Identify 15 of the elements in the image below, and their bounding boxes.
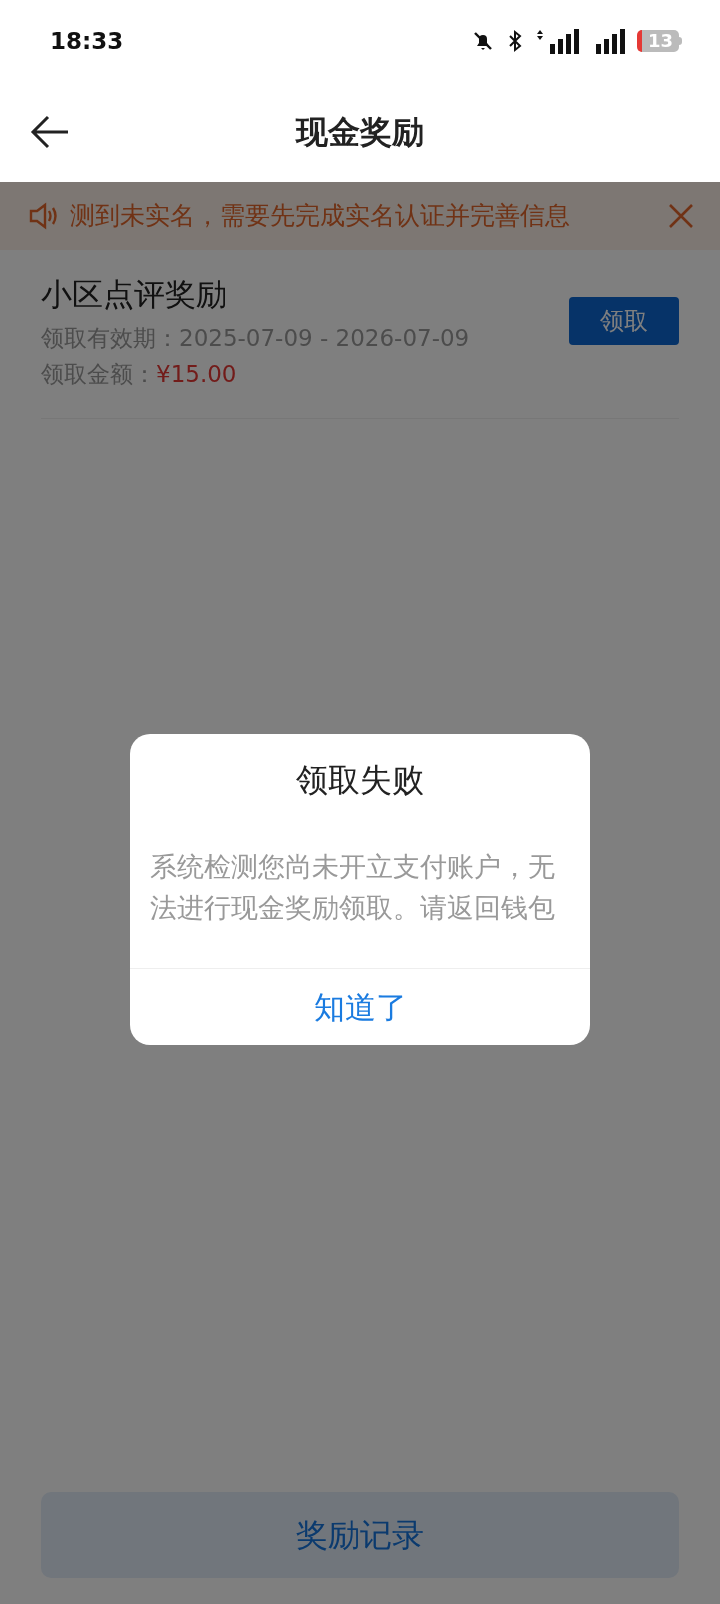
back-arrow-icon[interactable]: [30, 115, 70, 149]
reward-title: 小区点评奖励: [41, 275, 228, 314]
signal-icon: [535, 28, 579, 54]
claim-button[interactable]: 领取: [569, 297, 679, 345]
dialog-title: 领取失败: [296, 760, 424, 801]
reward-records-button[interactable]: 奖励记录: [41, 1492, 679, 1578]
amount-value: ¥15.00: [156, 360, 237, 389]
status-time: 18:33: [50, 26, 124, 56]
bluetooth-icon: [507, 29, 523, 53]
acknowledge-button[interactable]: 知道了: [130, 969, 590, 1045]
battery-indicator: 13: [637, 30, 682, 52]
speaker-icon: [28, 202, 60, 230]
page-title: 现金奖励: [296, 112, 424, 153]
dialog-message: 系统检测您尚未开立支付账户，无法进行现金奖励领取。请返回钱包: [150, 850, 556, 925]
notice-text: 测到未实名，需要先完成实名认证并完善信息: [70, 200, 571, 233]
